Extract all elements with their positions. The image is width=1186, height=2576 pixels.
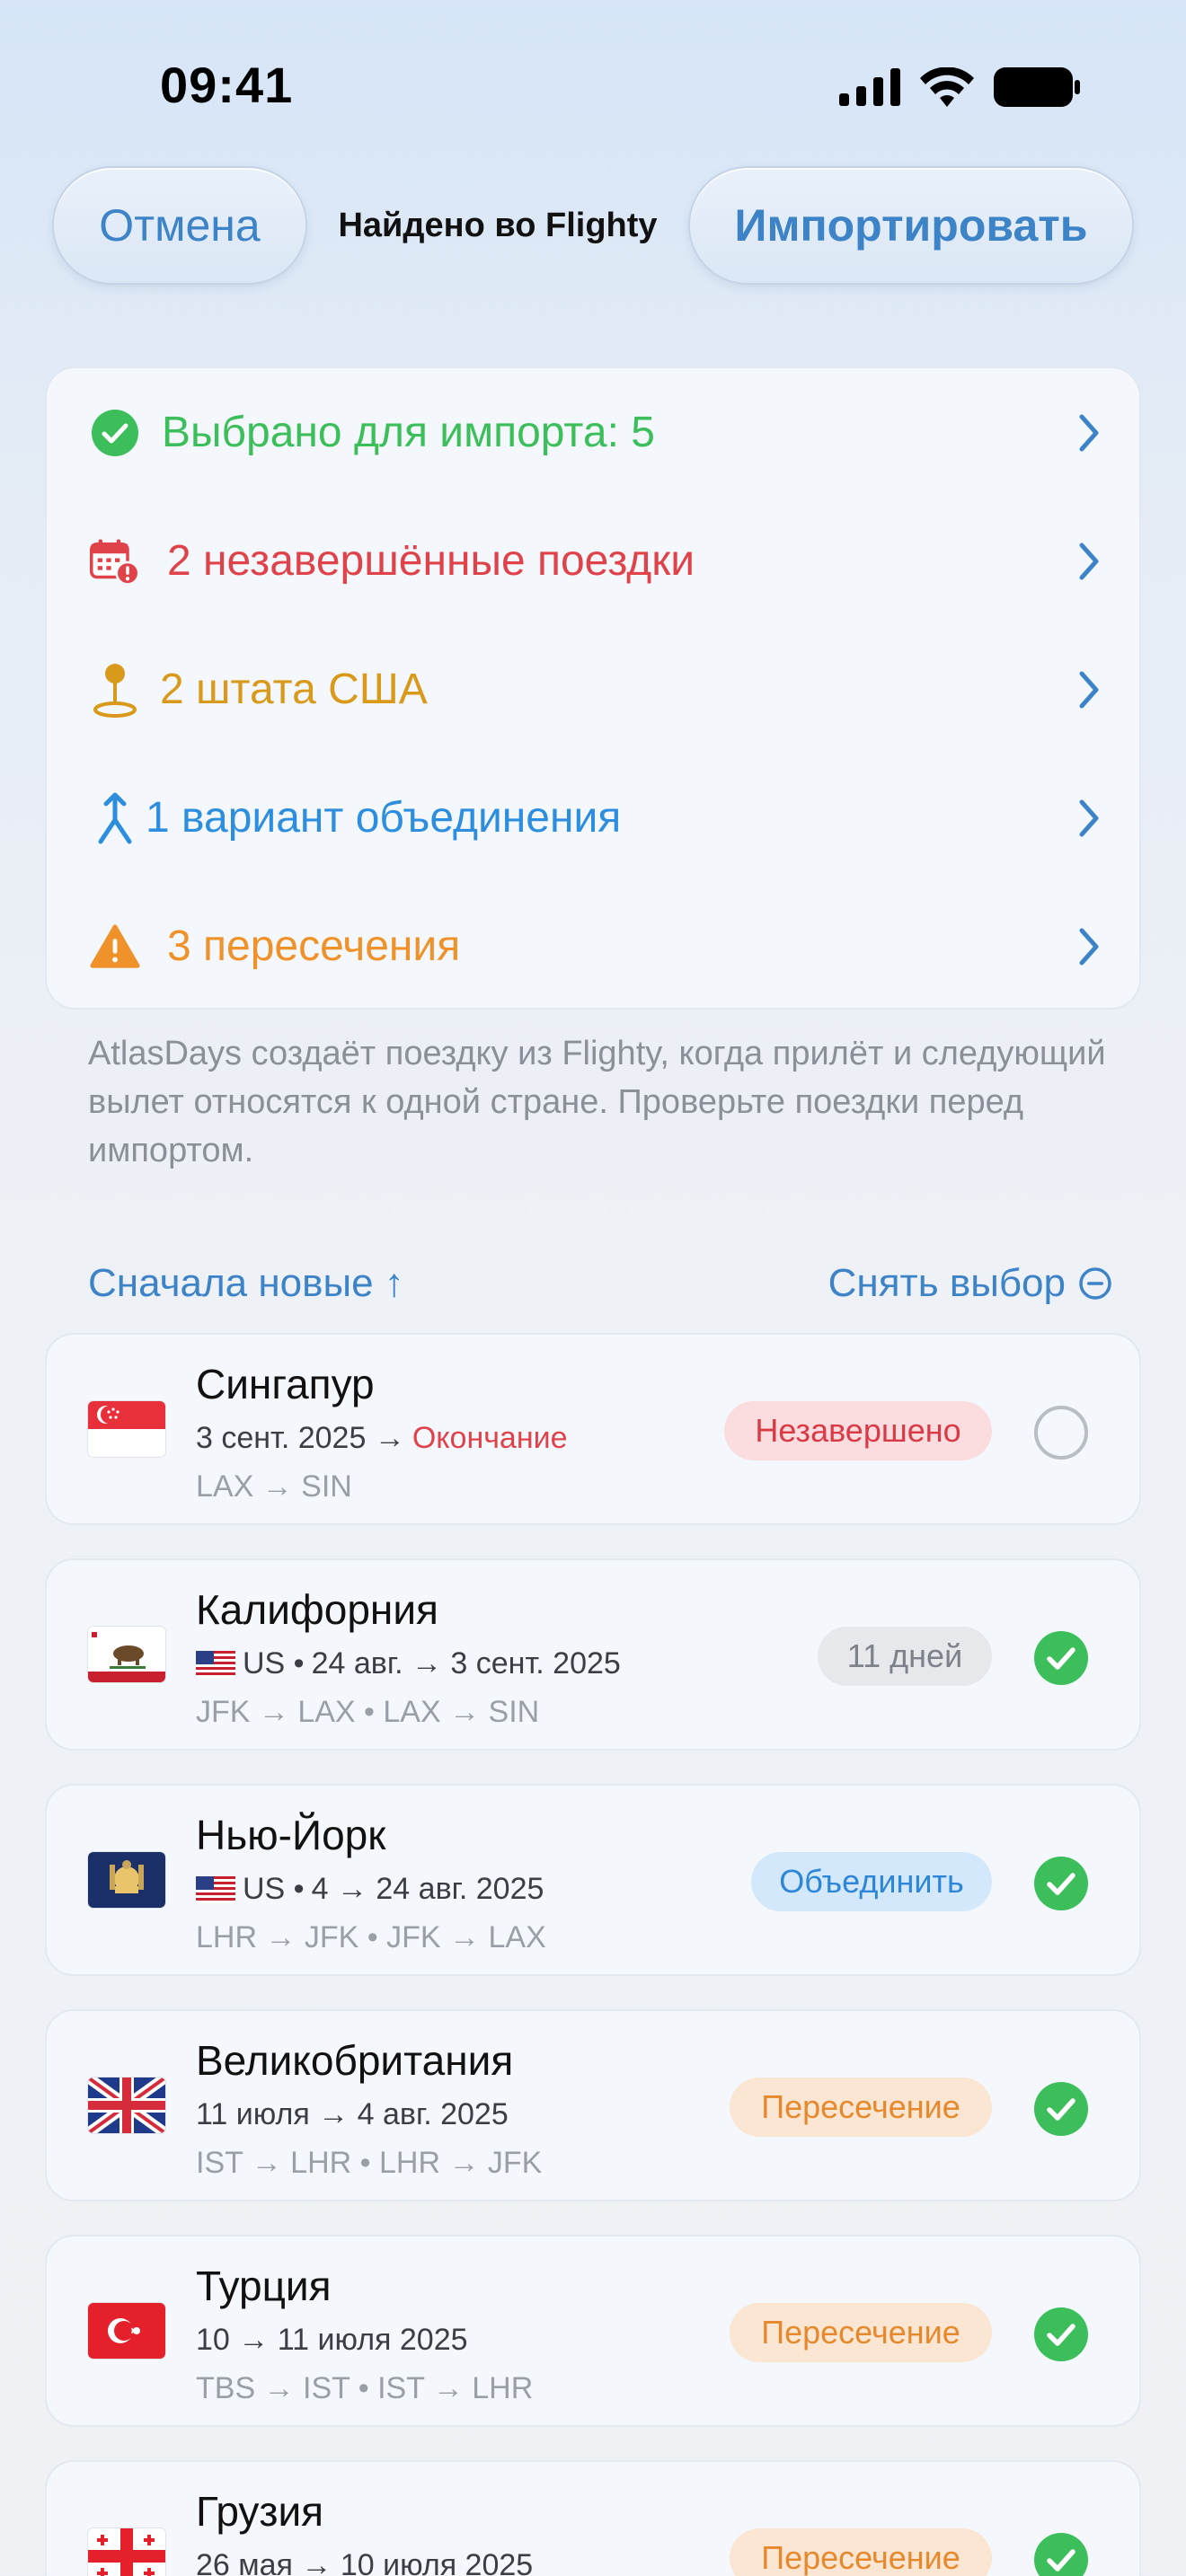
trip-card[interactable]: Калифорния US • 24 авг. → 3 сент. 2025 JFK … [45, 1558, 1141, 1751]
trip-route: LAX → SIN [196, 1469, 352, 1504]
battery-icon [994, 67, 1080, 107]
merge-icon [90, 792, 140, 843]
summary-label: 3 пересечения [167, 922, 461, 970]
trip-route: LHR → JFK • JFK → LAX [196, 1920, 546, 1954]
checkmark-circle-icon[interactable] [1033, 1856, 1089, 1911]
trip-dates: 10 → 11 июля 2025 [196, 2323, 468, 2357]
trip-dates: 24 авг. → 3 сент. 2025 [311, 1646, 621, 1681]
status-time: 09:41 [160, 57, 294, 113]
trip-name: Нью-Йорк [196, 1812, 386, 1858]
calendar-alert-icon [90, 536, 140, 587]
wifi-icon [920, 67, 974, 107]
trip-status-badge: Пересечение [730, 2303, 992, 2362]
trip-name: Сингапур [196, 1361, 375, 1407]
trip-status-badge: 11 дней [818, 1627, 992, 1686]
warning-triangle-icon [90, 922, 140, 972]
us-flag-icon [196, 1875, 235, 1903]
trip-name: Грузия [196, 2488, 324, 2535]
turkey-flag-icon [88, 2303, 165, 2359]
checkmark-circle-icon[interactable] [1033, 2307, 1089, 2362]
summary-row-states[interactable]: 2 штата США [47, 625, 1139, 754]
summary-label: Выбрано для импорта: 5 [162, 409, 655, 456]
summary-label: 1 вариант объединения [146, 794, 622, 842]
summary-label: 2 штата США [160, 666, 428, 713]
chevron-right-icon [1079, 671, 1099, 708]
summary-row-merge[interactable]: 1 вариант объединения [47, 754, 1139, 882]
trip-date-line: 26 мая → 10 июля 2025 [196, 2548, 533, 2576]
trip-date-line: US • 4 → 24 авг. 2025 [196, 1872, 544, 1907]
trip-dates: 4 → 24 авг. 2025 [311, 1872, 544, 1906]
checkmark-circle-icon[interactable] [1033, 2532, 1089, 2576]
trip-route: IST → LHR • LHR → JFK [196, 2146, 543, 2180]
trip-name: Турция [196, 2263, 332, 2309]
trip-status-badge: Пересечение [730, 2078, 992, 2137]
trip-dates: 3 сент. 2025 → [196, 1421, 405, 1455]
empty-circle-icon[interactable] [1033, 1405, 1089, 1460]
cancel-button[interactable]: Отмена [52, 166, 307, 285]
summary-row-incomplete[interactable]: 2 незавершённые поездки [47, 497, 1139, 625]
deselect-all-button[interactable]: Снять выбор [828, 1261, 1112, 1306]
trip-status-badge: Пересечение [730, 2528, 992, 2576]
trip-card[interactable]: Сингапур 3 сент. 2025 → Окончание LAX → SIN… [45, 1333, 1141, 1525]
trip-status-badge: Незавершено [724, 1401, 992, 1460]
map-pin-icon [90, 663, 140, 718]
trip-card[interactable]: Турция 10 → 11 июля 2025 TBS → IST • IST →… [45, 2235, 1141, 2427]
singapore-flag-icon [88, 1401, 165, 1457]
california-flag-icon [88, 1627, 165, 1682]
trip-card[interactable]: Грузия 26 мая → 10 июля 2025 Пересечение [45, 2460, 1141, 2576]
trip-date-line: 10 → 11 июля 2025 [196, 2323, 468, 2358]
import-summary-card: Выбрано для импорта: 5 2 незавершённые п… [45, 366, 1141, 1010]
checkmark-circle-icon[interactable] [1033, 1630, 1089, 1686]
georgia-flag-icon [88, 2528, 165, 2576]
trip-date-line: US • 24 авг. → 3 сент. 2025 [196, 1646, 621, 1681]
trip-status-badge: Объединить [751, 1852, 992, 1911]
chevron-right-icon [1079, 928, 1099, 965]
trip-country: US • [243, 1646, 305, 1681]
trip-name: Великобритания [196, 2037, 514, 2084]
trip-date-line: 3 сент. 2025 → Окончание [196, 1421, 568, 1456]
chevron-right-icon [1079, 799, 1099, 836]
trip-country: US • [243, 1872, 305, 1906]
page-title: Найдено во Flighty [338, 207, 658, 244]
chevron-right-icon [1079, 543, 1099, 579]
signal-icon [839, 68, 900, 106]
trip-route: JFK → LAX • LAX → SIN [196, 1695, 540, 1729]
deselect-label: Снять выбор [828, 1261, 1066, 1305]
trip-route: TBS → IST • IST → LHR [196, 2371, 534, 2405]
summary-row-overlaps[interactable]: 3 пересечения [47, 882, 1139, 1010]
import-button[interactable]: Импортировать [688, 166, 1134, 285]
trip-date-line: 11 июля → 4 авг. 2025 [196, 2097, 509, 2132]
trip-end-missing: Окончание [412, 1421, 568, 1455]
trip-dates: 11 июля → 4 авг. 2025 [196, 2097, 509, 2131]
new-york-flag-icon [88, 1852, 165, 1908]
info-note: AtlasDays создаёт поездку из Flighty, ко… [88, 1035, 1106, 1169]
sort-label: Сначала новые ↑ [88, 1261, 404, 1305]
checkmark-circle-icon [90, 408, 140, 458]
sort-button[interactable]: Сначала новые ↑ [88, 1261, 404, 1306]
status-icons [839, 66, 1080, 108]
summary-row-selected[interactable]: Выбрано для импорта: 5 [47, 368, 1139, 497]
summary-label: 2 незавершённые поездки [167, 537, 695, 585]
uk-flag-icon [88, 2078, 165, 2133]
trip-card[interactable]: Нью-Йорк US • 4 → 24 авг. 2025 LHR → JFK • … [45, 1784, 1141, 1976]
chevron-right-icon [1079, 414, 1099, 451]
trip-card[interactable]: Великобритания 11 июля → 4 авг. 2025 IST →… [45, 2009, 1141, 2201]
checkmark-circle-icon[interactable] [1033, 2081, 1089, 2137]
minus-circle-icon [1079, 1267, 1111, 1300]
trip-dates: 26 мая → 10 июля 2025 [196, 2548, 534, 2576]
trip-name: Калифорния [196, 1586, 438, 1633]
us-flag-icon [196, 1650, 235, 1678]
